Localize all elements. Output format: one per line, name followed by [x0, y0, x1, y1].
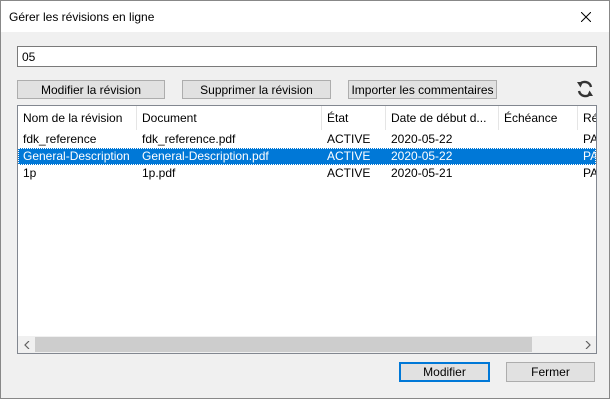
list-rows: fdk_reference fdk_reference.pdf ACTIVE 2…: [18, 131, 596, 182]
column-header-start-date[interactable]: Date de début d...: [386, 106, 499, 130]
column-header-state[interactable]: État: [322, 106, 386, 130]
cell-state: ACTIVE: [327, 166, 371, 180]
refresh-icon: [577, 80, 593, 98]
column-header-due[interactable]: Échéance: [499, 106, 578, 130]
cell-document: 1p.pdf: [142, 166, 176, 180]
revisions-list[interactable]: Nom de la révision Document État Date de…: [17, 105, 597, 354]
close-icon: [581, 11, 591, 22]
scroll-left-button[interactable]: [18, 336, 35, 353]
table-row[interactable]: General-Description General-Description.…: [18, 148, 596, 165]
delete-revision-button[interactable]: Supprimer la révision: [182, 80, 331, 99]
table-row[interactable]: 1p 1p.pdf ACTIVE 2020-05-21 PA: [18, 165, 596, 182]
cell-name: fdk_reference: [23, 132, 97, 146]
column-header-extra[interactable]: Ré: [578, 106, 596, 130]
cell-document: fdk_reference.pdf: [142, 132, 236, 146]
cell-start-date: 2020-05-21: [391, 166, 453, 180]
search-input[interactable]: [17, 46, 597, 67]
close-dialog-button[interactable]: Fermer: [506, 362, 595, 382]
column-header-document[interactable]: Document: [137, 106, 322, 130]
import-comments-button[interactable]: Importer les commentaires: [348, 80, 497, 99]
close-button[interactable]: [563, 1, 609, 32]
cell-due: [499, 148, 578, 165]
chevron-left-icon: [23, 340, 29, 349]
cell-due: [499, 165, 578, 182]
refresh-button[interactable]: [574, 78, 596, 100]
revisions-dialog: Gérer les révisions en ligne Modifier la…: [0, 0, 610, 399]
list-header: Nom de la révision Document État Date de…: [18, 106, 596, 130]
cell-start-date: 2020-05-22: [391, 132, 453, 146]
cell-extra: PA: [583, 149, 597, 163]
cell-state: ACTIVE: [327, 132, 371, 146]
modify-button[interactable]: Modifier: [399, 362, 490, 382]
cell-extra: PA: [583, 166, 597, 180]
cell-state: ACTIVE: [327, 149, 371, 163]
horizontal-scrollbar[interactable]: [18, 336, 596, 353]
scrollbar-thumb[interactable]: [35, 337, 532, 352]
cell-extra: PA: [583, 132, 597, 146]
cell-name: General-Description: [23, 149, 130, 163]
modify-revision-button[interactable]: Modifier la révision: [17, 80, 165, 99]
chevron-right-icon: [585, 340, 591, 349]
table-row[interactable]: fdk_reference fdk_reference.pdf ACTIVE 2…: [18, 131, 596, 148]
cell-due: [499, 131, 578, 148]
scroll-right-button[interactable]: [579, 336, 596, 353]
cell-document: General-Description.pdf: [142, 149, 269, 163]
column-header-name[interactable]: Nom de la révision: [18, 106, 137, 130]
window-title: Gérer les révisions en ligne: [9, 10, 155, 24]
title-bar: Gérer les révisions en ligne: [1, 1, 609, 32]
cell-start-date: 2020-05-22: [391, 149, 453, 163]
cell-name: 1p: [23, 166, 37, 180]
